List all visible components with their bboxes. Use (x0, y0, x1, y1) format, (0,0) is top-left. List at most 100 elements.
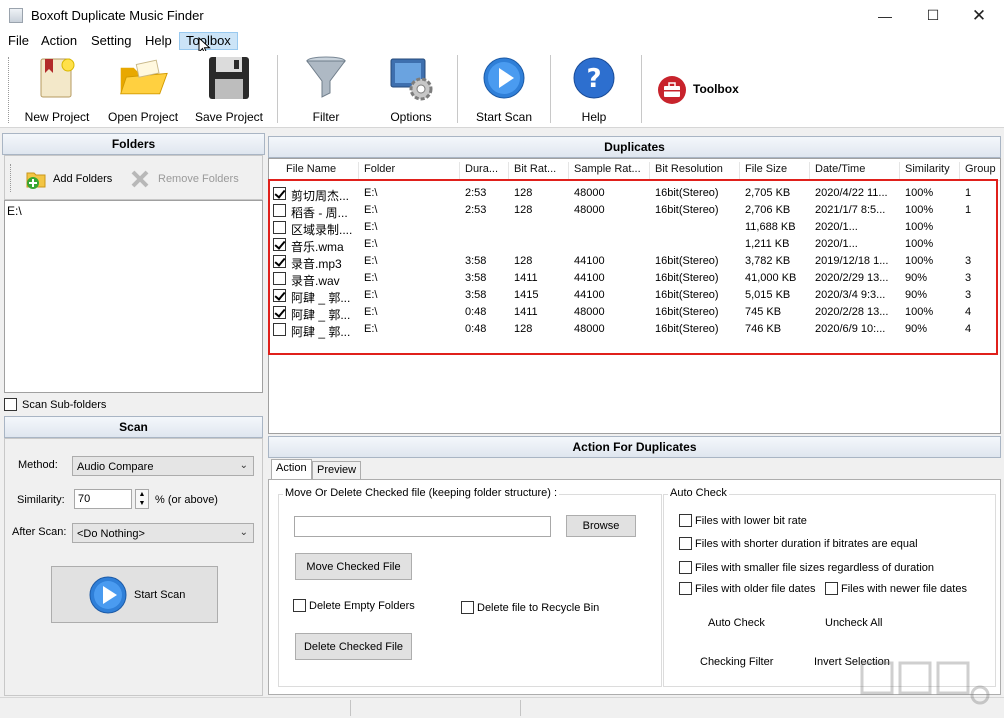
opt-shorter-duration-box[interactable] (679, 537, 692, 550)
scan-subfolders-box[interactable] (4, 398, 17, 411)
checking-filter-button[interactable]: Checking Filter (700, 656, 773, 668)
toolbar-separator (277, 55, 278, 123)
delete-recycle-label: Delete file to Recycle Bin (477, 601, 600, 614)
column-divider (568, 162, 569, 179)
folder-toolbar: Add Folders Remove Folders (4, 155, 263, 200)
browse-button[interactable]: Browse (566, 515, 636, 537)
filter-label: Filter (312, 110, 340, 124)
delete-recycle-checkbox[interactable]: Delete file to Recycle Bin (461, 601, 599, 614)
start-scan-button[interactable]: Start Scan (51, 566, 218, 623)
open-project-button[interactable]: Open Project (108, 54, 178, 124)
status-divider (350, 700, 351, 716)
help-button[interactable]: ? Help (568, 54, 620, 124)
opt-lower-bitrate-label: Files with lower bit rate (695, 514, 807, 527)
maximize-button[interactable]: ☐ (910, 0, 956, 31)
opt-smaller-size-label: Files with smaller file sizes regardless… (695, 561, 935, 574)
method-value: Audio Compare (77, 461, 154, 473)
menu-action[interactable]: Action (35, 32, 83, 50)
start-scan-label: Start Scan (134, 588, 186, 601)
close-button[interactable]: ✕ (956, 0, 1002, 31)
opt-shorter-duration-label: Files with shorter duration if bitrates … (695, 537, 918, 550)
column-header[interactable]: Bit Resolution (655, 163, 740, 175)
column-header[interactable]: Folder (364, 163, 454, 175)
column-header[interactable]: Sample Rat... (574, 163, 649, 175)
delete-checked-file-button[interactable]: Delete Checked File (295, 633, 412, 660)
opt-newer-dates-checkbox[interactable]: Files with newer file dates (825, 582, 967, 595)
similarity-spinner[interactable]: ▲ ▼ (135, 489, 149, 509)
opt-older-dates-label: Files with older file dates (695, 582, 816, 595)
options-button[interactable]: Options (384, 54, 438, 124)
new-project-label: New Project (24, 110, 90, 124)
auto-check-group-title: Auto Check (668, 487, 729, 499)
opt-older-dates-box[interactable] (679, 582, 692, 595)
watermark-logo (860, 661, 990, 705)
scan-subfolders-checkbox[interactable]: Scan Sub-folders (4, 396, 106, 413)
options-gear-icon (385, 54, 437, 101)
toolbar-separator (550, 55, 551, 123)
add-folders-button[interactable]: Add Folders (25, 168, 112, 190)
opt-newer-dates-box[interactable] (825, 582, 838, 595)
tab-preview[interactable]: Preview (312, 461, 362, 480)
menu-help[interactable]: Help (139, 32, 178, 50)
opt-older-dates-checkbox[interactable]: Files with older file dates (679, 582, 815, 595)
method-select[interactable]: Audio Compare ⌄ (72, 456, 254, 476)
column-header[interactable]: Dura... (465, 163, 510, 175)
new-project-button[interactable]: New Project (24, 54, 90, 124)
toolbox-label: Toolbox (693, 82, 739, 96)
method-label: Method: (18, 459, 58, 471)
delete-empty-folders-checkbox[interactable]: Delete Empty Folders (293, 599, 415, 612)
start-scan-toolbar-button[interactable]: Start Scan (474, 54, 534, 124)
opt-lower-bitrate-box[interactable] (679, 514, 692, 527)
opt-shorter-duration-checkbox[interactable]: Files with shorter duration if bitrates … (679, 537, 918, 550)
toolbox-icon (658, 76, 686, 104)
open-folder-icon (117, 54, 169, 101)
column-header[interactable]: Group (965, 163, 1000, 175)
opt-smaller-size-box[interactable] (679, 561, 692, 574)
app-icon (9, 8, 23, 23)
auto-check-button[interactable]: Auto Check (708, 617, 765, 629)
column-divider (508, 162, 509, 179)
title-bar: Boxoft Duplicate Music Finder — ☐ ✕ (0, 0, 1004, 31)
filter-button[interactable]: Filter (300, 54, 352, 124)
folder-list-item[interactable]: E:\ (7, 204, 260, 218)
chevron-down-icon: ⌄ (239, 527, 248, 538)
highlight-frame (268, 179, 998, 355)
svg-text:?: ? (586, 64, 601, 94)
add-folders-label: Add Folders (53, 173, 113, 185)
add-folder-icon (26, 172, 46, 189)
column-header[interactable]: Date/Time (815, 163, 900, 175)
toolbar-separator (641, 55, 642, 123)
column-divider (649, 162, 650, 179)
tab-action[interactable]: Action (271, 459, 312, 480)
similarity-input[interactable]: 70 (74, 489, 132, 509)
column-header[interactable]: File Name (286, 163, 361, 175)
folder-list[interactable]: E:\ (4, 200, 263, 393)
toolbox-button[interactable]: Toolbox (655, 73, 745, 104)
filter-funnel-icon (300, 54, 352, 101)
help-question-icon: ? (568, 54, 620, 101)
delete-recycle-box[interactable] (461, 601, 474, 614)
menu-file[interactable]: File (2, 32, 35, 50)
opt-smaller-size-checkbox[interactable]: Files with smaller file sizes regardless… (679, 561, 934, 574)
open-project-label: Open Project (107, 110, 179, 124)
table-header: File Name Folder Dura... Bit Rat... Sample R… (269, 159, 1000, 181)
status-divider (520, 700, 521, 716)
chevron-down-icon: ⌄ (239, 460, 248, 471)
delete-empty-folders-box[interactable] (293, 599, 306, 612)
delete-empty-folders-label: Delete Empty Folders (309, 599, 415, 612)
opt-lower-bitrate-checkbox[interactable]: Files with lower bit rate (679, 514, 807, 527)
column-header[interactable]: Similarity (905, 163, 960, 175)
save-project-button[interactable]: Save Project (194, 54, 264, 124)
uncheck-all-button[interactable]: Uncheck All (825, 617, 882, 629)
column-divider (899, 162, 900, 179)
new-project-icon (31, 54, 83, 101)
destination-path-input[interactable] (294, 516, 551, 537)
remove-folders-button[interactable]: Remove Folders (130, 168, 239, 190)
column-header[interactable]: File Size (745, 163, 810, 175)
move-checked-file-button[interactable]: Move Checked File (295, 553, 412, 580)
column-header[interactable]: Bit Rat... (514, 163, 569, 175)
minimize-button[interactable]: — (862, 0, 908, 31)
after-scan-select[interactable]: <Do Nothing> ⌄ (72, 523, 254, 543)
remove-folders-label: Remove Folders (158, 173, 239, 185)
menu-setting[interactable]: Setting (85, 32, 137, 50)
